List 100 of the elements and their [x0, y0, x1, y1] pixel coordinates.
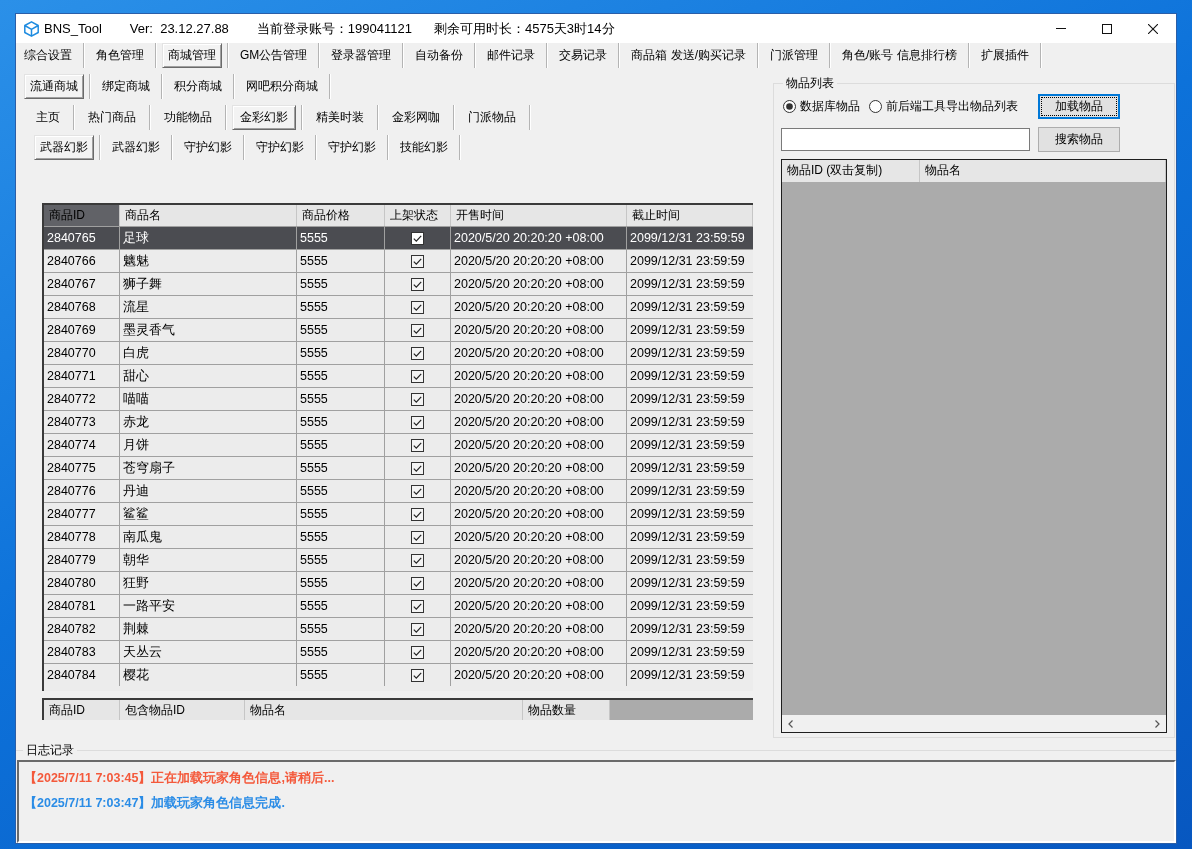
tab[interactable]: 网吧积分商城 — [240, 74, 324, 99]
table-row[interactable]: 2840784 樱花 5555 2020/5/20 20:20:20 +08:00 2099/12/31 23:59:59 — [44, 663, 753, 686]
table-row[interactable]: 2840769 墨灵香气 5555 2020/5/20 20:20:20 +08:00 2099/12/31 23:59:59 — [44, 318, 753, 341]
tab[interactable]: 绑定商城 — [96, 74, 156, 99]
table-cell: 5555 — [297, 664, 385, 686]
table-row[interactable]: 2840765 足球 5555 2020/5/20 20:20:20 +08:00 2099/12/31 23:59:59 — [44, 226, 753, 249]
checkbox-icon[interactable] — [411, 415, 424, 429]
table-cell-text: 2099/12/31 23:59:59 — [629, 391, 746, 408]
table-row[interactable]: 2840767 狮子舞 5555 2020/5/20 20:20:20 +08:00 2099/12/31 23:59:59 — [44, 272, 753, 295]
tab[interactable]: 交易记录 — [553, 43, 614, 68]
checkbox-icon[interactable] — [411, 599, 424, 613]
table-cell-text: 2099/12/31 23:59:59 — [629, 345, 746, 362]
checkbox-icon[interactable] — [411, 576, 424, 590]
tab[interactable]: 邮件记录 — [481, 43, 542, 68]
radio-option[interactable]: 前后端工具导出物品列表 — [869, 98, 1018, 115]
tab[interactable]: 门派管理 — [764, 43, 824, 68]
table-row[interactable]: 2840766 魑魅 5555 2020/5/20 20:20:20 +08:00 2099/12/31 23:59:59 — [44, 249, 753, 272]
table-row[interactable]: 2840777 鲨鲨 5555 2020/5/20 20:20:20 +08:00 2099/12/31 23:59:59 — [44, 502, 753, 525]
checkbox-icon[interactable] — [411, 300, 424, 314]
tab[interactable]: 精美时装 — [308, 105, 372, 130]
tab[interactable]: 登录器管理 — [325, 43, 398, 68]
checkbox-icon[interactable] — [411, 254, 424, 268]
checkbox-icon[interactable] — [411, 369, 424, 383]
table-row[interactable]: 2840780 狂野 5555 2020/5/20 20:20:20 +08:00 2099/12/31 23:59:59 — [44, 571, 753, 594]
checkbox-icon[interactable] — [411, 530, 424, 544]
checkbox-icon[interactable] — [411, 507, 424, 521]
checkbox-icon[interactable] — [411, 622, 424, 636]
tab[interactable]: 主页 — [28, 105, 68, 130]
tab[interactable]: 商品箱 发送/购买记录 — [625, 43, 752, 68]
cube-icon — [24, 20, 39, 37]
table-row[interactable]: 2840778 南瓜鬼 5555 2020/5/20 20:20:20 +08:00 2099/12/31 23:59:59 — [44, 525, 753, 548]
tab[interactable]: 技能幻影 — [394, 135, 454, 160]
tab[interactable]: 守护幻影 — [178, 135, 238, 160]
tab[interactable]: 角色/账号 信息排行榜 — [836, 43, 963, 68]
column-header[interactable]: 物品ID (双击复制) — [782, 160, 920, 182]
horizontal-scrollbar[interactable] — [782, 715, 1166, 732]
checkbox-icon[interactable] — [411, 231, 424, 245]
table-row[interactable]: 2840781 一路平安 5555 2020/5/20 20:20:20 +08:00 2099/12/31 23:59:59 — [44, 594, 753, 617]
tab[interactable]: 武器幻影 — [34, 135, 94, 160]
tab[interactable]: 自动备份 — [409, 43, 470, 68]
checkbox-icon[interactable] — [411, 645, 424, 659]
table-row[interactable]: 2840771 甜心 5555 2020/5/20 20:20:20 +08:00 2099/12/31 23:59:59 — [44, 364, 753, 387]
table-cell-text: 2099/12/31 23:59:59 — [629, 276, 746, 293]
remaining-time-label: 剩余可用时长：4575天3时14分 — [433, 19, 615, 38]
tab[interactable]: 守护幻影 — [250, 135, 310, 160]
table-cell: 2020/5/20 20:20:20 +08:00 — [451, 664, 627, 686]
tab[interactable]: 武器幻影 — [106, 135, 166, 160]
tab[interactable]: 热门商品 — [80, 105, 144, 130]
table-cell-text: 2099/12/31 23:59:59 — [629, 529, 746, 546]
checkbox-icon[interactable] — [411, 461, 424, 475]
close-icon — [1148, 23, 1158, 34]
tab[interactable]: 金彩网咖 — [384, 105, 448, 130]
window-title: BNS_Tool — [44, 21, 102, 36]
tab[interactable]: GM公告管理 — [234, 43, 314, 68]
tab[interactable]: 积分商城 — [168, 74, 228, 99]
search-field[interactable] — [781, 128, 1030, 151]
column-header[interactable]: 物品名 — [245, 700, 523, 720]
table-row[interactable]: 2840770 白虎 5555 2020/5/20 20:20:20 +08:00 2099/12/31 23:59:59 — [44, 341, 753, 364]
tab[interactable]: 扩展插件 — [974, 43, 1035, 68]
table-row[interactable]: 2840772 喵喵 5555 2020/5/20 20:20:20 +08:00 2099/12/31 23:59:59 — [44, 387, 753, 410]
tab[interactable]: 流通商城 — [24, 74, 84, 99]
table-row[interactable]: 2840773 赤龙 5555 2020/5/20 20:20:20 +08:00 2099/12/31 23:59:59 — [44, 410, 753, 433]
table-cell-text: 2099/12/31 23:59:59 — [629, 644, 746, 661]
table-row[interactable]: 2840774 月饼 5555 2020/5/20 20:20:20 +08:00 2099/12/31 23:59:59 — [44, 433, 753, 456]
table-row[interactable]: 2840775 苍穹扇子 5555 2020/5/20 20:20:20 +08:00 2099/12/31 23:59:59 — [44, 456, 753, 479]
column-header[interactable]: 物品名 — [920, 160, 1166, 182]
checkbox-icon[interactable] — [411, 346, 424, 360]
column-header[interactable]: 商品ID — [44, 700, 120, 720]
checkbox-icon[interactable] — [411, 668, 424, 682]
checkbox-icon[interactable] — [411, 438, 424, 452]
tab[interactable]: 综合设置 — [18, 43, 78, 68]
table-cell-text: 2099/12/31 23:59:59 — [629, 414, 746, 431]
tab[interactable]: 门派物品 — [460, 105, 524, 130]
checkbox-icon[interactable] — [411, 323, 424, 337]
tab[interactable]: 守护幻影 — [322, 135, 382, 160]
radio-option[interactable]: 数据库物品 — [783, 98, 860, 115]
checkbox-icon[interactable] — [411, 484, 424, 498]
tab[interactable]: 角色管理 — [90, 43, 150, 68]
load-items-button[interactable]: 加载物品 — [1038, 94, 1120, 119]
search-items-button[interactable]: 搜索物品 — [1038, 127, 1120, 152]
table-row[interactable]: 2840783 天丛云 5555 2020/5/20 20:20:20 +08:00 2099/12/31 23:59:59 — [44, 640, 753, 663]
radio-icon[interactable] — [783, 100, 796, 113]
table-row[interactable]: 2840779 朝华 5555 2020/5/20 20:20:20 +08:00 2099/12/31 23:59:59 — [44, 548, 753, 571]
table-row[interactable]: 2840776 丹迪 5555 2020/5/20 20:20:20 +08:00 2099/12/31 23:59:59 — [44, 479, 753, 502]
table-cell-text: 2099/12/31 23:59:59 — [629, 230, 746, 247]
table-cell-text: 2099/12/31 23:59:59 — [629, 621, 746, 638]
table-row[interactable]: 2840768 流星 5555 2020/5/20 20:20:20 +08:00 2099/12/31 23:59:59 — [44, 295, 753, 318]
tab[interactable]: 金彩幻影 — [232, 105, 296, 130]
radio-icon[interactable] — [869, 100, 882, 113]
table-row[interactable]: 2840782 荆棘 5555 2020/5/20 20:20:20 +08:00 2099/12/31 23:59:59 — [44, 617, 753, 640]
checkbox-icon[interactable] — [411, 277, 424, 291]
table-cell-text: 2099/12/31 23:59:59 — [629, 437, 746, 454]
table-cell-text: 2099/12/31 23:59:59 — [629, 253, 746, 270]
column-header[interactable]: 包含物品ID — [120, 700, 245, 720]
checkbox-icon[interactable] — [411, 392, 424, 406]
checkbox-icon[interactable] — [411, 553, 424, 567]
table-cell-text: 2099/12/31 23:59:59 — [629, 552, 746, 569]
tab[interactable]: 功能物品 — [156, 105, 220, 130]
version-label: Ver: 23.12.27.88 — [129, 21, 229, 36]
tab[interactable]: 商城管理 — [162, 43, 222, 68]
